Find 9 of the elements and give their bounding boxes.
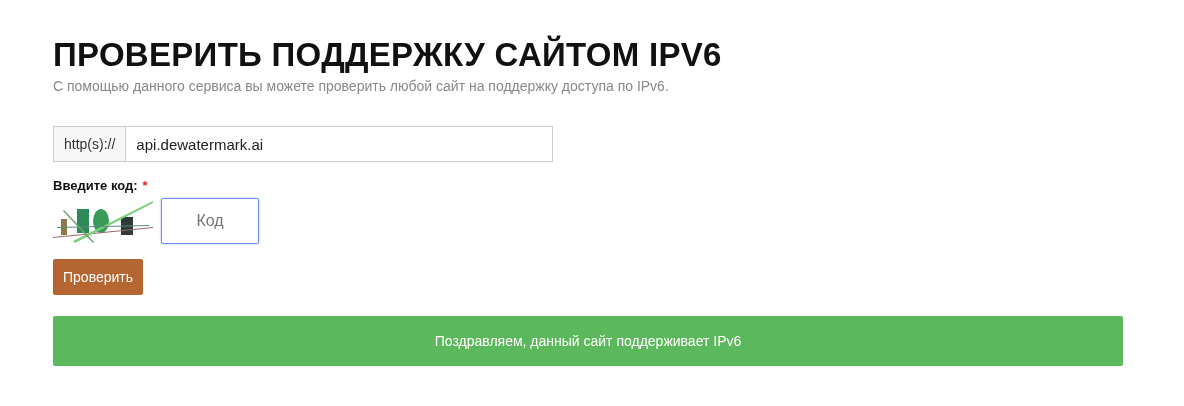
url-field[interactable]: api.dewatermark.ai [125, 126, 553, 162]
code-field[interactable]: Код [161, 198, 259, 244]
page-subtitle: С помощью данного сервиса вы можете проверить любой сайт на поддержку доступа по IPv6. [53, 78, 670, 94]
page-title: ПРОВЕРИТЬ ПОДДЕРЖКУ САЙТОМ IPV6 [53, 36, 723, 74]
protocol-prefix: http(s):// [53, 126, 126, 162]
required-mark: * [142, 178, 148, 193]
result-alert: Поздравляем, данный сайт поддерживает IPv6 [53, 316, 1123, 366]
check-button[interactable]: Проверить [53, 259, 143, 295]
captcha-label: Введите код: [53, 178, 138, 193]
